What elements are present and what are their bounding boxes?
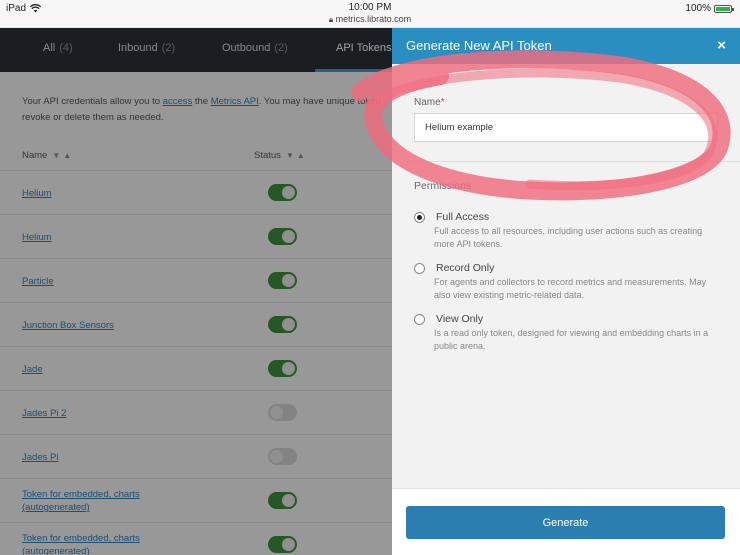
permission-option-record-only[interactable]: Record Only For agents and collectors to… bbox=[414, 262, 724, 302]
permission-title: Record Only bbox=[436, 262, 495, 274]
url-bar[interactable]: 🔒︎ metrics.librato.com bbox=[0, 14, 740, 25]
radio-full-access[interactable] bbox=[414, 212, 425, 223]
generate-token-drawer: Generate New API Token × Name* Permissio… bbox=[392, 28, 740, 555]
permission-title: Full Access bbox=[436, 211, 490, 223]
token-name-input[interactable] bbox=[414, 113, 718, 142]
permission-title: View Only bbox=[436, 313, 484, 325]
close-icon[interactable]: × bbox=[717, 37, 726, 54]
clock: 10:00 PM bbox=[348, 2, 392, 13]
drawer-title: Generate New API Token bbox=[406, 38, 552, 53]
permission-description: Full access to all resources, including … bbox=[434, 226, 703, 249]
permission-description: For agents and collectors to record metr… bbox=[434, 277, 707, 300]
battery-percent: 100% bbox=[685, 3, 711, 14]
drawer-footer: Generate bbox=[392, 488, 740, 555]
drawer-header: Generate New API Token × bbox=[392, 28, 740, 64]
generate-button[interactable]: Generate bbox=[406, 506, 725, 539]
radio-view-only[interactable] bbox=[414, 314, 425, 325]
name-field-label: Name* bbox=[414, 97, 445, 108]
url-text: metrics.librato.com bbox=[335, 14, 412, 24]
lock-icon: 🔒︎ bbox=[328, 15, 334, 24]
required-marker: * bbox=[440, 97, 445, 108]
permission-option-view-only[interactable]: View Only Is a read only token, designed… bbox=[414, 313, 724, 353]
radio-record-only[interactable] bbox=[414, 263, 425, 274]
permissions-label: Permissions bbox=[414, 180, 472, 192]
ios-status-bar: iPad 10:00 PM 🔒︎ metrics.librato.com 100… bbox=[0, 0, 740, 28]
permission-description: Is a read only token, designed for viewi… bbox=[434, 328, 709, 351]
battery-icon bbox=[714, 4, 734, 13]
modal-backdrop[interactable] bbox=[0, 28, 392, 555]
permission-option-full-access[interactable]: Full Access Full access to all resources… bbox=[414, 211, 724, 251]
divider bbox=[406, 161, 740, 162]
